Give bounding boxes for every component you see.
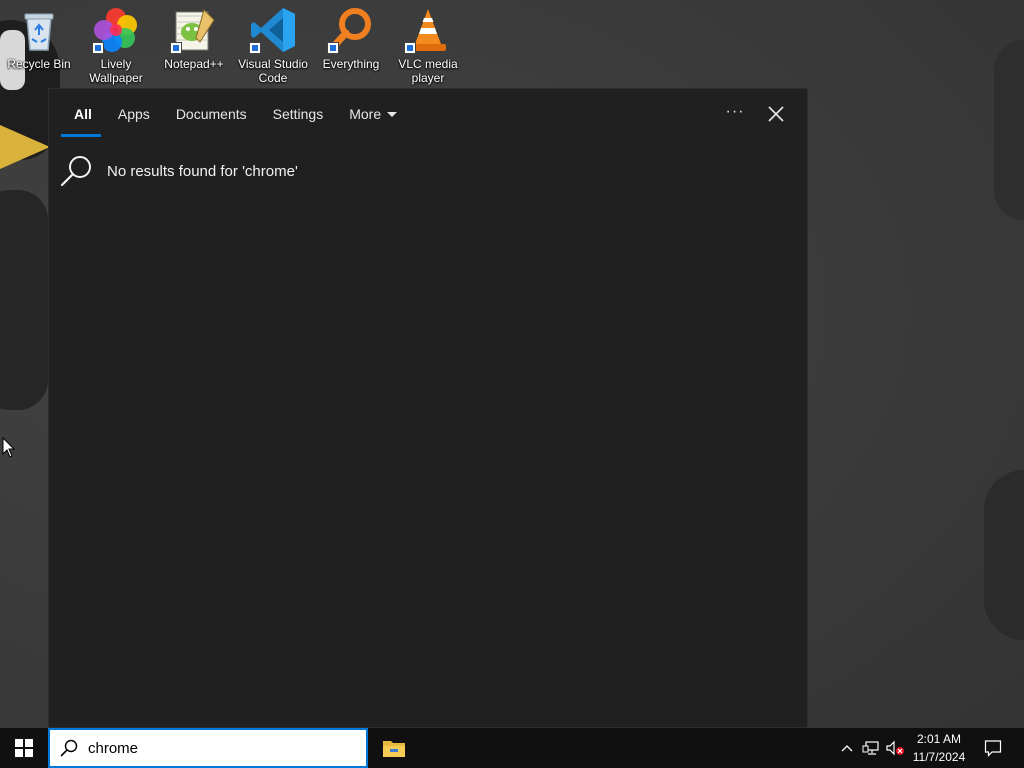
desktop-icon-everything[interactable]: Everything [312,4,390,71]
tab-label: All [74,106,92,122]
chevron-up-icon [841,745,853,752]
notepad-plus-plus-icon [170,6,218,54]
show-hidden-icons-button[interactable] [836,728,858,768]
desktop-icon-label: VLC media player [398,57,458,85]
wallpaper-shape [0,190,48,410]
search-filter-tabs: All Apps Documents Settings More [61,103,410,125]
tab-documents[interactable]: Documents [163,103,260,125]
shortcut-arrow-icon [249,42,261,54]
no-results-message: No results found for 'chrome' [59,153,298,189]
search-icon [50,730,88,766]
tab-label: Documents [175,106,247,122]
lively-wallpaper-icon [92,6,140,54]
taskbar-search-box[interactable] [48,728,368,768]
desktop-icon-label: Recycle Bin [7,57,71,71]
desktop-icon-label: Notepad++ [164,57,224,71]
ellipsis-icon: ··· [725,103,745,120]
shortcut-arrow-icon [327,42,339,54]
active-tab-indicator [61,134,101,137]
shortcut-arrow-icon [170,42,182,54]
taskbar-clock[interactable]: 2:01 AM 11/7/2024 [906,730,972,766]
volume-muted-icon [886,740,904,756]
shortcut-arrow-icon [404,42,416,54]
clock-time: 2:01 AM [916,732,962,746]
wallpaper-shape [984,470,1024,640]
clock-date: 11/7/2024 [912,750,966,764]
vscode-icon [249,6,297,54]
tab-label: More [349,106,382,122]
wallpaper-shape [994,40,1024,220]
vlc-icon [404,6,452,54]
start-button[interactable] [0,728,48,768]
taskbar: 2:01 AM 11/7/2024 [0,728,1024,768]
desktop-icon-vlc[interactable]: VLC media player [389,4,467,85]
tab-label: Apps [117,106,150,122]
recycle-bin-icon [15,6,63,54]
search-icon [60,156,91,187]
wallpaper-shape [0,125,50,169]
network-icon [862,741,879,755]
tab-all[interactable]: All [61,103,105,125]
no-results-text: No results found for 'chrome' [107,162,298,180]
everything-search-icon [327,6,375,54]
search-input[interactable] [88,733,348,763]
volume-button[interactable] [884,728,906,768]
desktop-icon-recycle-bin[interactable]: Recycle Bin [0,4,78,71]
desktop-icon-lively-wallpaper[interactable]: Lively Wallpaper [77,4,155,85]
desktop-icon-label: Everything [322,57,380,71]
desktop-icon-notepad-plus-plus[interactable]: Notepad++ [155,4,233,71]
desktop-icon-label: Visual Studio Code [238,57,308,85]
desktop-icon-vscode[interactable]: Visual Studio Code [234,4,312,85]
tab-more[interactable]: More [336,103,410,125]
taskbar-app-file-explorer[interactable] [372,728,416,768]
file-explorer-icon [383,741,405,757]
mouse-cursor-icon [2,437,16,458]
chevron-down-icon [387,112,398,117]
action-center-icon [984,740,1002,757]
tab-label: Settings [272,106,324,122]
close-button[interactable] [765,103,787,125]
shortcut-arrow-icon [92,42,104,54]
network-button[interactable] [860,728,882,768]
more-options-button[interactable]: ··· [721,103,749,125]
tab-settings[interactable]: Settings [260,103,337,125]
desktop-icon-label: Lively Wallpaper [89,57,143,85]
action-center-button[interactable] [978,728,1008,768]
close-icon [768,106,784,122]
search-results-panel: All Apps Documents Settings More ··· No … [48,88,808,728]
windows-logo-icon [15,739,33,757]
tab-apps[interactable]: Apps [105,103,163,125]
